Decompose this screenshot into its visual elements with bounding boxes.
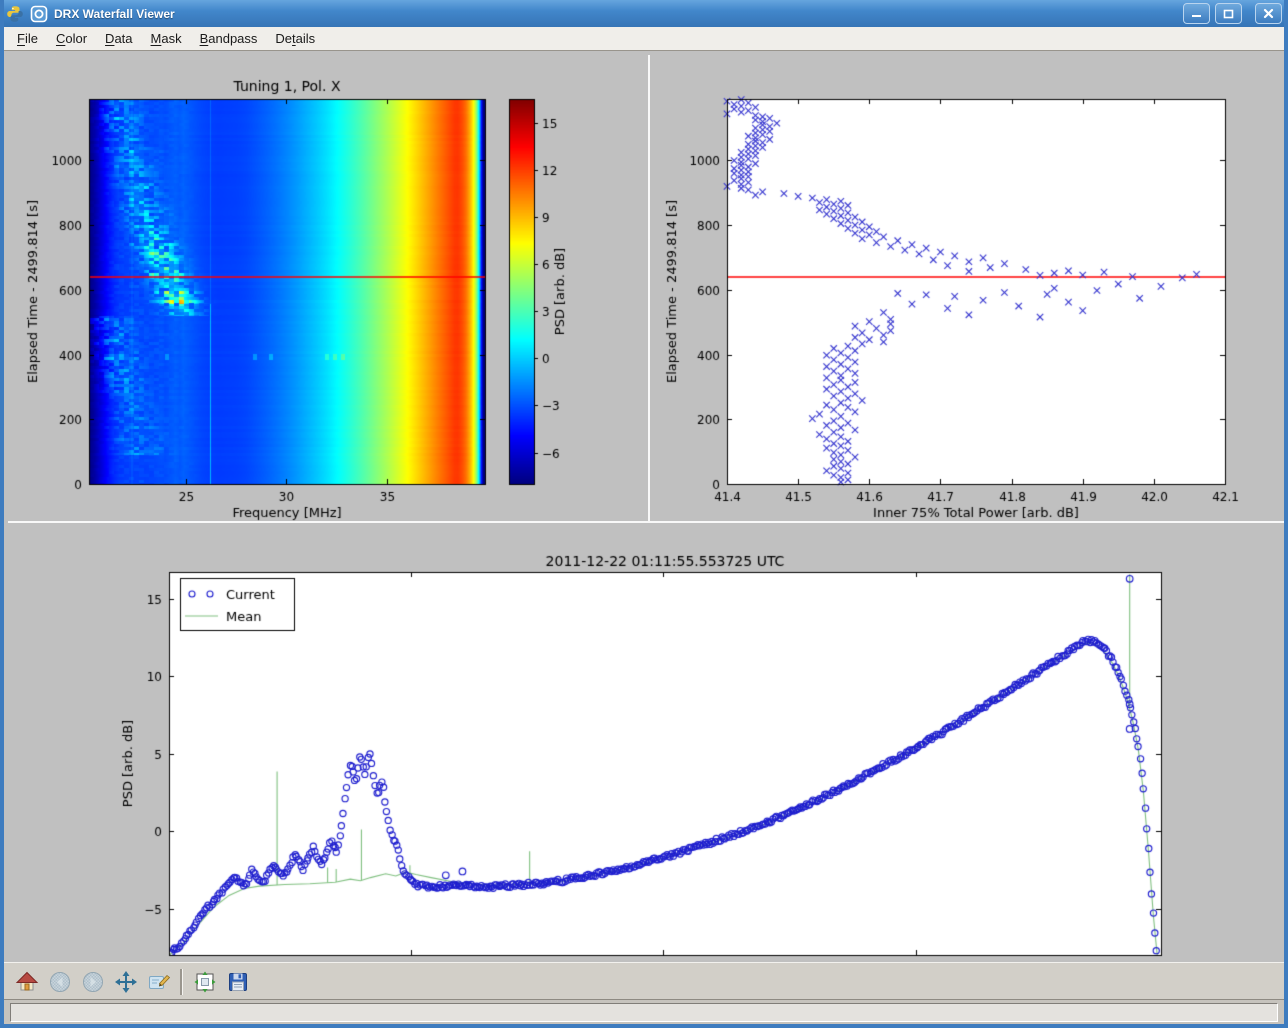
minimize-icon	[1191, 9, 1202, 18]
panel-divider-horizontal	[8, 521, 1288, 523]
save-button[interactable]	[221, 966, 254, 998]
toolbar-separator	[180, 969, 183, 995]
plot-toolbar	[4, 962, 1284, 1000]
app-window: DRX Waterfall Viewer FileColorDataMaskBa…	[0, 0, 1288, 1028]
home-icon	[15, 970, 39, 994]
menu-item-bandpass[interactable]: Bandpass	[191, 28, 267, 49]
waterfall-plot[interactable]	[8, 55, 648, 521]
app-icon	[30, 5, 48, 23]
maximize-button[interactable]	[1215, 3, 1242, 24]
total-power-plot[interactable]	[650, 55, 1288, 521]
back-button[interactable]	[43, 966, 76, 998]
home-button[interactable]	[10, 966, 43, 998]
status-bar	[4, 1000, 1284, 1024]
pan-button[interactable]	[109, 966, 142, 998]
window-border-bottom	[0, 1024, 1288, 1028]
pan-icon	[114, 970, 138, 994]
forward-button[interactable]	[76, 966, 109, 998]
menu-item-mask[interactable]: Mask	[142, 28, 191, 49]
zoom-rect-icon	[147, 970, 171, 994]
forward-icon	[81, 970, 105, 994]
menu-item-color[interactable]: Color	[47, 28, 96, 49]
plot-area	[4, 52, 1284, 962]
menubar: FileColorDataMaskBandpassDetails	[0, 27, 1288, 51]
zoom-rect-button[interactable]	[142, 966, 175, 998]
window-title: DRX Waterfall Viewer	[54, 7, 1183, 21]
menu-item-file[interactable]: File	[8, 28, 47, 49]
python-icon	[6, 5, 24, 23]
back-icon	[48, 970, 72, 994]
close-icon	[1263, 8, 1274, 19]
spectrum-plot[interactable]	[8, 523, 1288, 962]
menu-item-data[interactable]: Data	[96, 28, 141, 49]
menu-item-details[interactable]: Details	[266, 28, 324, 49]
status-field	[10, 1003, 1278, 1022]
maximize-icon	[1223, 9, 1234, 19]
save-icon	[226, 970, 250, 994]
titlebar[interactable]: DRX Waterfall Viewer	[0, 0, 1288, 27]
configure-subplots-icon	[193, 970, 217, 994]
close-button[interactable]	[1255, 3, 1282, 24]
minimize-button[interactable]	[1183, 3, 1210, 24]
panel-divider-vertical	[648, 55, 650, 521]
configure-subplots-button[interactable]	[188, 966, 221, 998]
